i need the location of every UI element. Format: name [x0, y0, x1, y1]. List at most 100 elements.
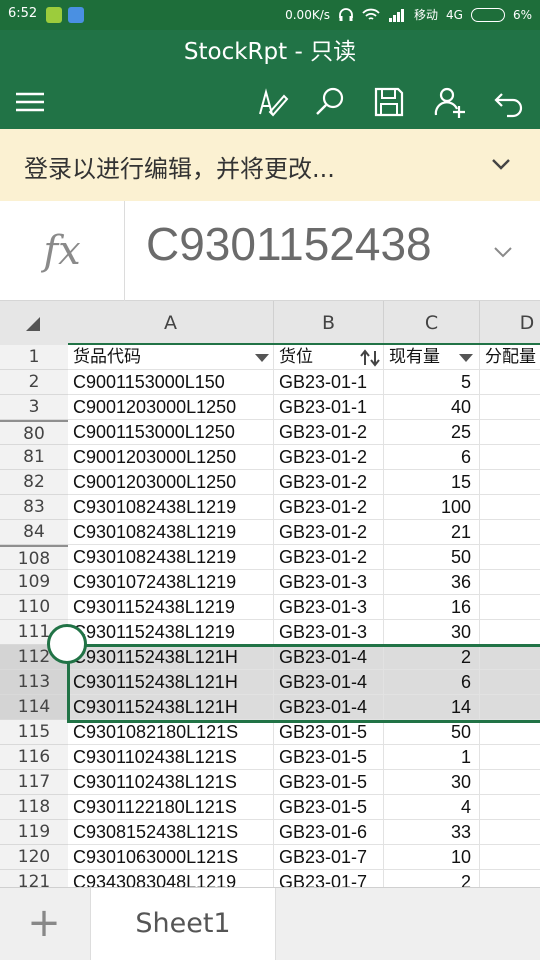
row-header[interactable]: 82	[0, 470, 68, 495]
selection-range[interactable]	[67, 644, 540, 723]
cell-on-hand[interactable]: 5	[384, 370, 480, 395]
save-icon[interactable]	[369, 82, 409, 122]
cell-location[interactable]: GB23-01-7	[274, 845, 384, 870]
row-header[interactable]: 115	[0, 720, 68, 745]
cell-location[interactable]: GB23-01-5	[274, 745, 384, 770]
row-header[interactable]: 120	[0, 845, 68, 870]
cell-item-code[interactable]: C9301063000L121S	[68, 845, 274, 870]
cell-allocated[interactable]	[480, 720, 540, 745]
sheet-tab[interactable]: Sheet1	[90, 888, 276, 960]
cell-on-hand[interactable]: 50	[384, 545, 480, 570]
formula-value[interactable]: C9301152438	[146, 217, 432, 271]
cell-on-hand[interactable]: 33	[384, 820, 480, 845]
row-header[interactable]: 113	[0, 670, 68, 695]
cell-allocated[interactable]	[480, 470, 540, 495]
column-header-d[interactable]: D	[480, 301, 540, 345]
cell-on-hand[interactable]: 15	[384, 470, 480, 495]
cell-location[interactable]: GB23-01-1	[274, 370, 384, 395]
cell-allocated[interactable]	[480, 545, 540, 570]
cell-item-code[interactable]: C9343083048L1219	[68, 870, 274, 887]
cell-location[interactable]: GB23-01-5	[274, 720, 384, 745]
cell-on-hand[interactable]: 30	[384, 620, 480, 645]
cell-allocated[interactable]	[480, 495, 540, 520]
cell-on-hand[interactable]: 36	[384, 570, 480, 595]
cell-allocated[interactable]	[480, 620, 540, 645]
cell-item-code[interactable]: C9001153000L150	[68, 370, 274, 395]
cell-on-hand[interactable]: 21	[384, 520, 480, 545]
cell-on-hand[interactable]: 1	[384, 745, 480, 770]
row-header[interactable]: 121	[0, 870, 68, 887]
cell-item-code[interactable]: C9001203000L1250	[68, 445, 274, 470]
header-cell-allocated[interactable]: 分配量	[480, 345, 540, 370]
cell-on-hand[interactable]: 10	[384, 845, 480, 870]
cell-location[interactable]: GB23-01-3	[274, 595, 384, 620]
cell-item-code[interactable]: C9301102438L121S	[68, 745, 274, 770]
menu-icon[interactable]	[10, 82, 50, 122]
row-header[interactable]: 83	[0, 495, 68, 520]
cell-location[interactable]: GB23-01-5	[274, 795, 384, 820]
row-header[interactable]: 116	[0, 745, 68, 770]
cell-on-hand[interactable]: 30	[384, 770, 480, 795]
select-all-button[interactable]	[0, 301, 68, 345]
column-header-a[interactable]: A	[68, 301, 274, 345]
cell-location[interactable]: GB23-01-7	[274, 870, 384, 887]
cell-item-code[interactable]: C9308152438L121S	[68, 820, 274, 845]
column-header-b[interactable]: B	[274, 301, 384, 345]
cell-on-hand[interactable]: 100	[384, 495, 480, 520]
cell-item-code[interactable]: C9301122180L121S	[68, 795, 274, 820]
cell-item-code[interactable]: C9301152438L1219	[68, 620, 274, 645]
cell-allocated[interactable]	[480, 795, 540, 820]
cell-on-hand[interactable]: 6	[384, 445, 480, 470]
cell-allocated[interactable]	[480, 845, 540, 870]
row-header[interactable]: 119	[0, 820, 68, 845]
cell-allocated[interactable]	[480, 770, 540, 795]
cell-item-code[interactable]: C9301082180L121S	[68, 720, 274, 745]
fx-button[interactable]: fx	[0, 201, 125, 301]
cell-item-code[interactable]: C9001203000L1250	[68, 395, 274, 420]
cell-location[interactable]: GB23-01-2	[274, 470, 384, 495]
cell-allocated[interactable]	[480, 595, 540, 620]
cell-item-code[interactable]: C9001203000L1250	[68, 470, 274, 495]
search-icon[interactable]	[310, 82, 350, 122]
cell-location[interactable]: GB23-01-6	[274, 820, 384, 845]
row-header[interactable]: 3	[0, 395, 68, 420]
add-sheet-button[interactable]: +	[0, 888, 88, 960]
cell-location[interactable]: GB23-01-1	[274, 395, 384, 420]
cell-location[interactable]: GB23-01-2	[274, 420, 384, 445]
cell-item-code[interactable]: C9001153000L1250	[68, 420, 274, 445]
cell-on-hand[interactable]: 50	[384, 720, 480, 745]
cell-location[interactable]: GB23-01-2	[274, 545, 384, 570]
row-header[interactable]: 118	[0, 795, 68, 820]
column-header-c[interactable]: C	[384, 301, 480, 345]
add-person-icon[interactable]	[430, 82, 470, 122]
filter-dropdown-icon[interactable]	[459, 354, 473, 362]
cell-item-code[interactable]: C9301082438L1219	[68, 495, 274, 520]
cell-on-hand[interactable]: 40	[384, 395, 480, 420]
sign-in-banner[interactable]: 登录以进行编辑，并将更改...	[0, 129, 540, 201]
cell-on-hand[interactable]: 2	[384, 870, 480, 887]
cell-allocated[interactable]	[480, 820, 540, 845]
selection-handle[interactable]	[47, 624, 87, 664]
header-cell-item-code[interactable]: 货品代码	[68, 345, 274, 370]
cell-allocated[interactable]	[480, 420, 540, 445]
cell-location[interactable]: GB23-01-3	[274, 620, 384, 645]
chevron-down-icon[interactable]	[488, 151, 514, 177]
cell-location[interactable]: GB23-01-2	[274, 445, 384, 470]
cell-location[interactable]: GB23-01-2	[274, 495, 384, 520]
row-header[interactable]: 110	[0, 595, 68, 620]
row-header[interactable]: 109	[0, 570, 68, 595]
cell-item-code[interactable]: C9301072438L1219	[68, 570, 274, 595]
cell-item-code[interactable]: C9301102438L121S	[68, 770, 274, 795]
cell-allocated[interactable]	[480, 745, 540, 770]
undo-icon[interactable]	[489, 82, 529, 122]
row-header[interactable]: 2	[0, 370, 68, 395]
cell-allocated[interactable]	[480, 395, 540, 420]
cell-item-code[interactable]: C9301082438L1219	[68, 545, 274, 570]
cell-item-code[interactable]: C9301082438L1219	[68, 520, 274, 545]
cell-allocated[interactable]	[480, 445, 540, 470]
cell-item-code[interactable]: C9301152438L1219	[68, 595, 274, 620]
cell-allocated[interactable]	[480, 520, 540, 545]
row-header[interactable]: 84	[0, 520, 68, 545]
cell-location[interactable]: GB23-01-5	[274, 770, 384, 795]
row-header[interactable]: 1	[0, 345, 68, 370]
